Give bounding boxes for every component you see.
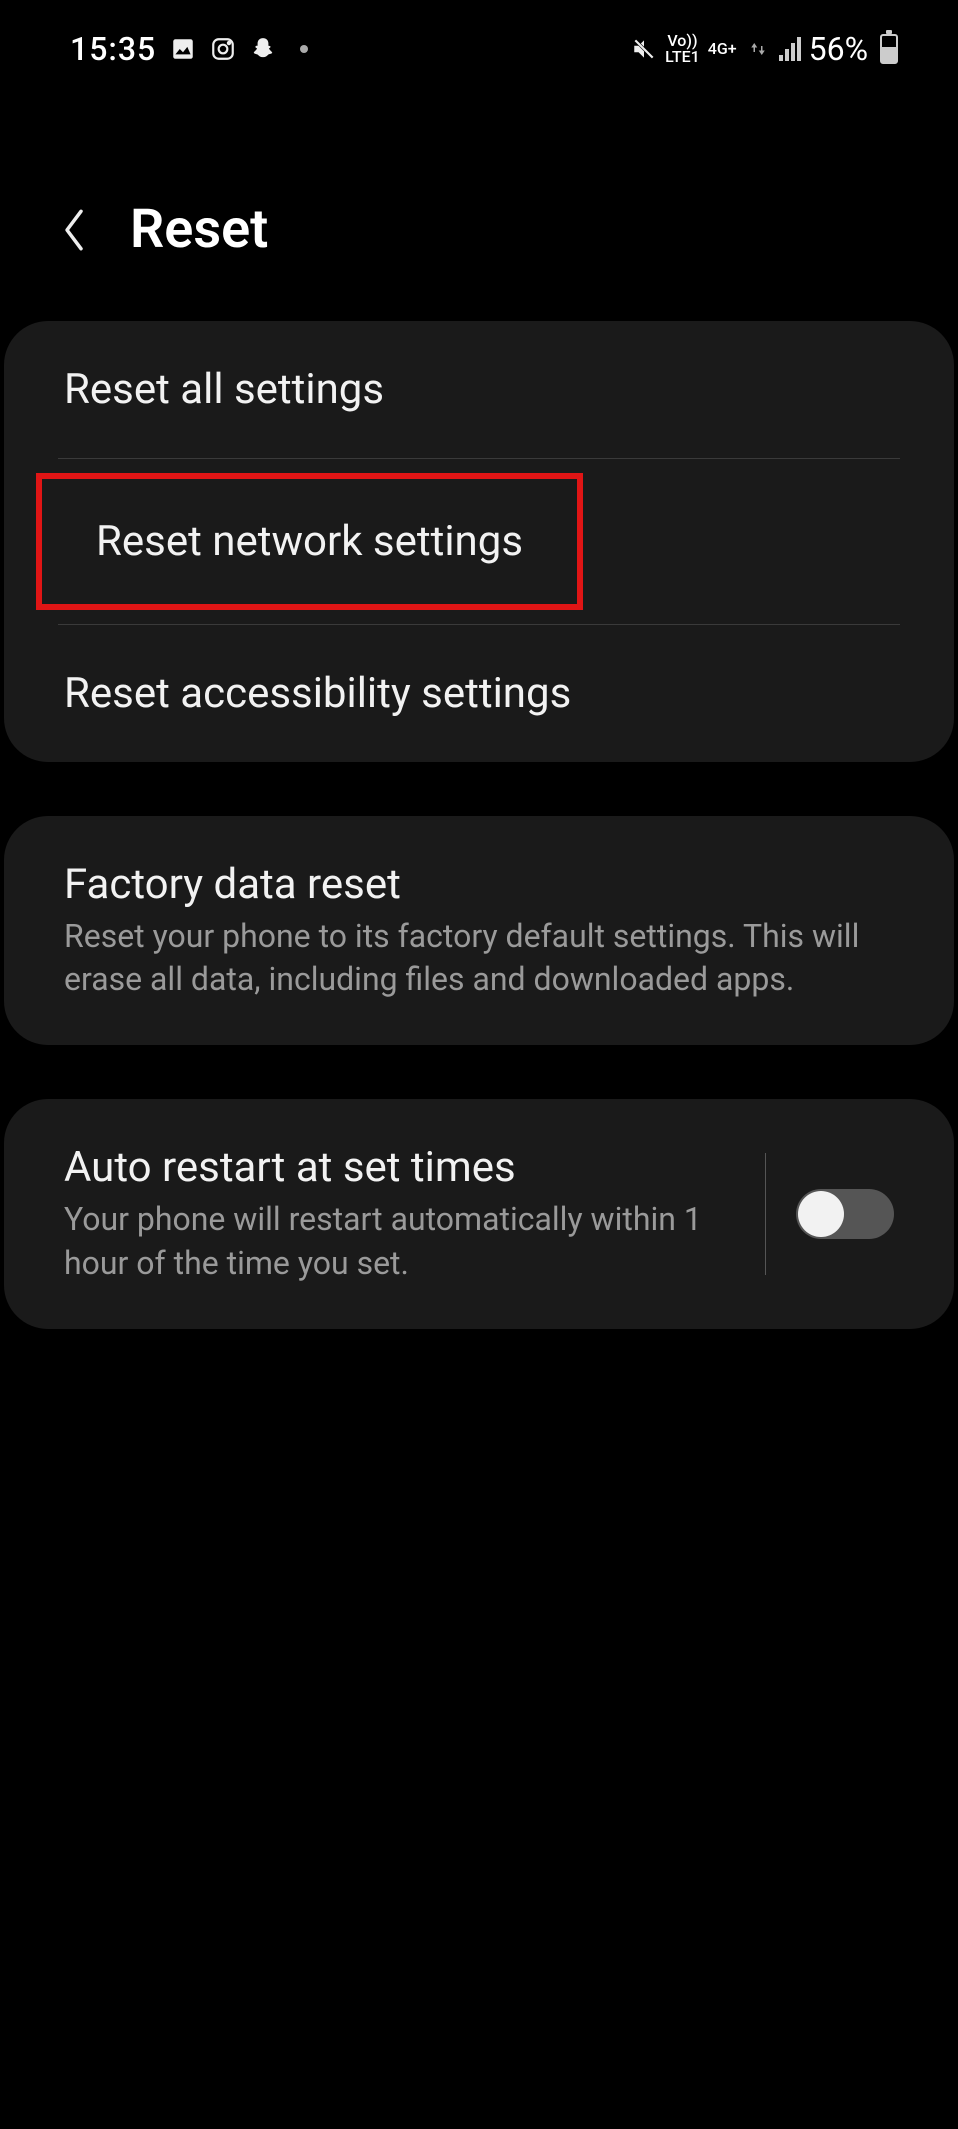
auto-restart-toggle[interactable]: [796, 1189, 894, 1239]
switch-knob-icon: [798, 1191, 844, 1237]
signal-icon: [779, 37, 801, 61]
highlight-box: Reset network settings: [36, 473, 583, 610]
network-4g-icon: 4G+: [708, 41, 737, 57]
chevron-left-icon: [60, 206, 88, 254]
vertical-divider: [765, 1153, 766, 1274]
instagram-icon: [210, 36, 236, 62]
factory-data-reset-sub: Reset your phone to its factory default …: [64, 915, 894, 1001]
reset-options-card: Reset all settings Reset network setting…: [4, 321, 954, 762]
factory-data-reset-row[interactable]: Factory data reset Reset your phone to i…: [4, 816, 954, 1045]
battery-percentage: 56%: [809, 30, 868, 68]
back-button[interactable]: [60, 205, 90, 255]
auto-restart-title: Auto restart at set times: [64, 1143, 735, 1192]
mute-vibrate-icon: [631, 36, 657, 62]
reset-network-settings-label: Reset network settings: [96, 517, 523, 566]
status-right: Vo)) LTE1 4G+ 56%: [631, 30, 898, 68]
page-header: Reset: [0, 88, 958, 321]
reset-accessibility-settings-label: Reset accessibility settings: [64, 669, 894, 718]
auto-restart-sub: Your phone will restart automatically wi…: [64, 1198, 735, 1284]
factory-reset-card: Factory data reset Reset your phone to i…: [4, 816, 954, 1045]
snapchat-icon: [250, 36, 276, 62]
status-time: 15:35: [70, 30, 156, 68]
volte-icon: Vo)) LTE1: [665, 33, 700, 65]
reset-network-settings-row[interactable]: Reset network settings: [4, 459, 954, 624]
gallery-icon: [170, 36, 196, 62]
reset-all-settings-label: Reset all settings: [64, 365, 894, 414]
auto-restart-card: Auto restart at set times Your phone wil…: [4, 1099, 954, 1328]
reset-all-settings-row[interactable]: Reset all settings: [4, 321, 954, 458]
status-bar: 15:35 Vo)) LTE1 4G+ 56%: [0, 0, 958, 88]
reset-accessibility-settings-row[interactable]: Reset accessibility settings: [4, 625, 954, 762]
status-left: 15:35: [70, 30, 308, 68]
battery-icon: [880, 34, 898, 64]
page-title: Reset: [130, 198, 268, 261]
more-notification-dot-icon: [300, 45, 308, 53]
data-arrows-icon: [745, 36, 771, 62]
factory-data-reset-title: Factory data reset: [64, 860, 894, 909]
auto-restart-row[interactable]: Auto restart at set times Your phone wil…: [4, 1099, 954, 1328]
